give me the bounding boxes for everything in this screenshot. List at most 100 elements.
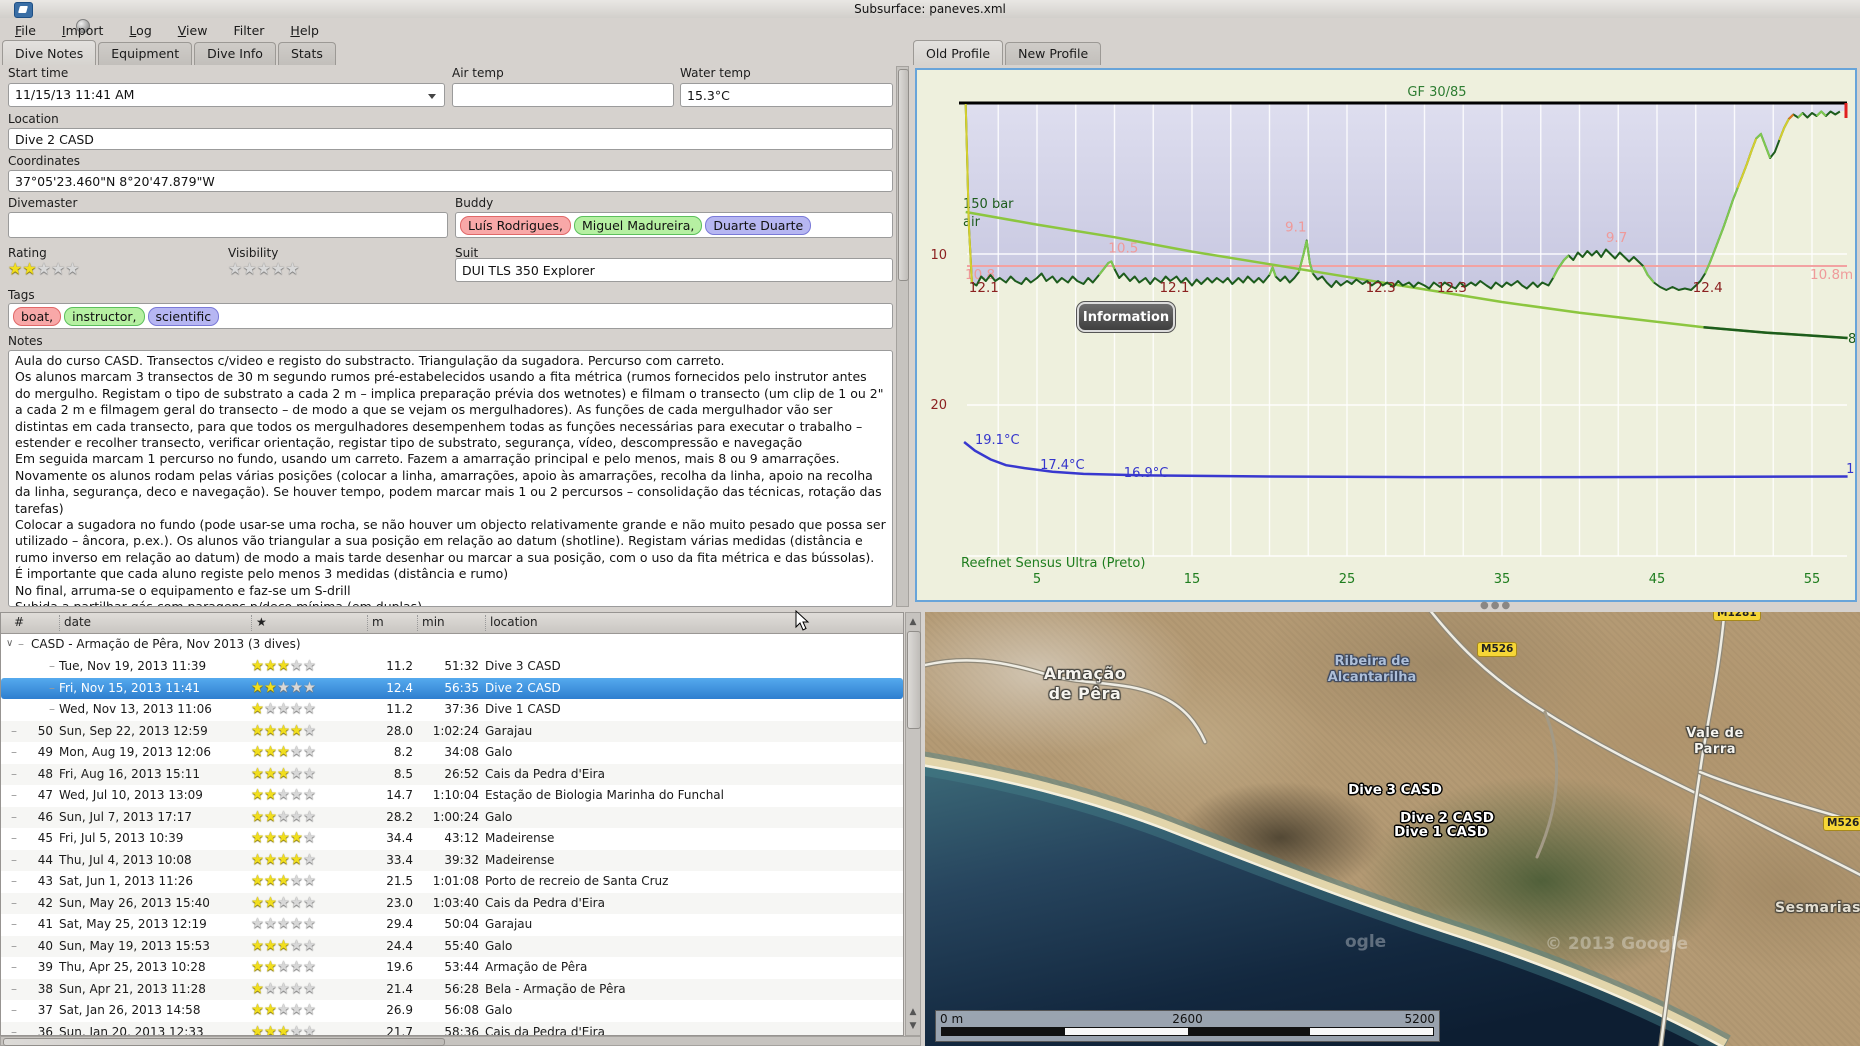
menu-item-file[interactable]: File	[9, 21, 42, 40]
star-icon: ★	[264, 787, 277, 803]
table-row[interactable]: –39 Thu, Apr 25, 2013 10:28 ★★★★★ 19.6 53:44…	[1, 957, 903, 979]
menu-item-filter[interactable]: Filter	[227, 21, 270, 40]
map-panel[interactable]: Armação de Pêra Ribeira de Alcantarilha Vale…	[925, 612, 1860, 1046]
dive-rating: ★★★★★	[251, 721, 316, 743]
dive-rating: ★★★★★	[251, 914, 316, 936]
dive-list-hscrollbar-thumb[interactable]	[3, 1038, 445, 1046]
star-icon: ★	[277, 744, 290, 760]
table-row[interactable]: – Fri, Nov 15, 2013 11:41 ★★★★★ 12.4 56:35 Di…	[1, 677, 903, 699]
dive-date: Wed, Nov 13, 2013 11:06	[59, 702, 212, 716]
star-icon: ★	[303, 808, 316, 825]
dive-list[interactable]: # date ★ m min location ∨ – CASD - Armação de…	[0, 612, 904, 1036]
svg-text:air: air	[963, 215, 981, 230]
table-row[interactable]: – Wed, Nov 13, 2013 11:06 ★★★★★ 11.2 37:36 Di…	[1, 699, 903, 721]
dive-duration: 43:12	[444, 831, 479, 845]
trip-group-label: CASD - Armação de Pêra, Nov 2013 (3 dive…	[31, 637, 301, 651]
column-header-num[interactable]: #	[10, 615, 24, 631]
suit-input[interactable]	[455, 258, 893, 282]
table-row[interactable]: –40 Sun, May 19, 2013 15:53 ★★★★★ 24.4 55:40…	[1, 935, 903, 957]
scroll-up-icon[interactable]: ▲	[906, 615, 920, 629]
dive-list-hscrollbar[interactable]	[0, 1036, 921, 1046]
star-icon: ★	[290, 1002, 303, 1018]
air-temp-label: Air temp	[452, 66, 504, 80]
table-row[interactable]: –46 Sun, Jul 7, 2013 17:17 ★★★★★ 28.2 1:00:2…	[1, 806, 903, 828]
tab-dive-info[interactable]: Dive Info	[194, 42, 276, 65]
scroll-down-icon[interactable]: ▼	[906, 1019, 920, 1033]
menu-item-help[interactable]: Help	[284, 21, 325, 40]
visibility-stars[interactable]: ★★★★★	[228, 259, 300, 278]
coordinates-input[interactable]	[8, 170, 893, 192]
star-icon: ★	[251, 916, 264, 932]
table-row[interactable]: –48 Fri, Aug 16, 2013 15:11 ★★★★★ 8.5 26:52 C…	[1, 763, 903, 785]
dive-list-header[interactable]: # date ★ m min location	[1, 613, 903, 634]
dive-depth: 23.0	[386, 895, 413, 910]
dive-rating: ★★★★★	[251, 1000, 316, 1022]
dive-duration: 1:03:40	[432, 895, 479, 910]
chevron-down-icon[interactable]	[428, 94, 436, 99]
star-icon: ★	[251, 658, 264, 674]
column-header-min[interactable]: min	[417, 615, 445, 631]
svg-text:19.1°C: 19.1°C	[975, 433, 1020, 448]
table-row[interactable]: –41 Sat, May 25, 2013 12:19 ★★★★★ 29.4 50:04…	[1, 914, 903, 936]
tab-stats[interactable]: Stats	[277, 42, 336, 65]
dive-profile-chart[interactable]: 10.810.8m150 barair8019.1°C17.4°C16.9°C1…	[915, 68, 1860, 602]
svg-text:55: 55	[1804, 572, 1821, 587]
dive-list-vscrollbar[interactable]: ▲ ▲ ▼	[905, 612, 921, 1036]
divemaster-input[interactable]	[8, 212, 448, 238]
star-icon: ★	[264, 916, 277, 932]
tab-equipment[interactable]: Equipment	[98, 42, 193, 65]
star-icon: ★	[290, 701, 303, 717]
table-row[interactable]: –43 Sat, Jun 1, 2013 11:26 ★★★★★ 21.5 1:01:0…	[1, 871, 903, 893]
table-row[interactable]: –38 Sun, Apr 21, 2013 11:28 ★★★★★ 21.4 56:28…	[1, 978, 903, 1000]
water-temp-input[interactable]	[680, 83, 893, 107]
pill-green: instructor,	[64, 306, 145, 326]
air-temp-input[interactable]	[452, 83, 674, 107]
table-row[interactable]: –42 Sun, May 26, 2013 15:40 ★★★★★ 23.0 1:03:…	[1, 892, 903, 915]
location-input[interactable]	[8, 128, 893, 150]
table-row[interactable]: –37 Sat, Jan 26, 2013 14:58 ★★★★★ 26.9 56:08…	[1, 1000, 903, 1022]
column-header-m[interactable]: m	[367, 615, 384, 631]
tab-dive-notes[interactable]: Dive Notes	[2, 40, 97, 65]
window-title: Subsurface: paneves.xml	[854, 2, 1006, 16]
star-icon: ★	[264, 959, 277, 975]
star-icon: ★	[251, 980, 264, 997]
star-icon: ★	[290, 787, 303, 803]
dive-duration: 39:32	[444, 852, 479, 867]
menu-item-log[interactable]: Log	[123, 21, 157, 40]
menu-item-import[interactable]: Import	[56, 21, 110, 40]
notes-textarea[interactable]: Aula do curso CASD. Transectos c/video e…	[8, 350, 893, 607]
collapse-caret-icon[interactable]: ∨	[6, 634, 13, 654]
star-icon: ★	[277, 1002, 290, 1018]
form-scrollbar[interactable]	[896, 66, 909, 607]
table-row[interactable]: –49 Mon, Aug 19, 2013 12:06 ★★★★★ 8.2 34:08 G…	[1, 742, 903, 764]
star-icon: ★	[251, 808, 264, 825]
trip-group-row[interactable]: ∨ – CASD - Armação de Pêra, Nov 2013 (3 …	[1, 634, 903, 654]
table-row[interactable]: –36 Sun, Jan 20, 2013 12:33 ★★★★★ 21.7 58:36…	[1, 1021, 903, 1035]
dive-location: Galo	[485, 745, 513, 759]
scroll-up-icon-bottom[interactable]: ▲	[906, 1005, 920, 1019]
column-header-date[interactable]: date	[59, 615, 91, 631]
start-time-combo[interactable]: 11/15/13 11:41 AM	[8, 83, 445, 107]
table-row[interactable]: – Tue, Nov 19, 2013 11:39 ★★★★★ 11.2 51:32 Di…	[1, 656, 903, 678]
window-titlebar[interactable]: Subsurface: paneves.xml	[0, 0, 1860, 18]
star-icon: ★	[264, 851, 277, 868]
table-row[interactable]: –47 Wed, Jul 10, 2013 13:09 ★★★★★ 14.7 1:10:…	[1, 785, 903, 807]
dive-list-vscrollbar-thumb[interactable]	[907, 631, 921, 729]
column-header-location[interactable]: location	[485, 615, 538, 631]
tab-new-profile[interactable]: New Profile	[1005, 42, 1102, 65]
menu-item-view[interactable]: View	[172, 21, 214, 40]
map-scale-bar: 0 m 2600 5200	[935, 1010, 1440, 1042]
column-header-stars[interactable]: ★	[251, 615, 267, 631]
splitter-handle[interactable]: ●●●	[1480, 600, 1512, 611]
table-row[interactable]: –45 Fri, Jul 5, 2013 10:39 ★★★★★ 34.4 43:12 M…	[1, 828, 903, 850]
tags-input[interactable]: boat, instructor, scientific	[8, 303, 893, 329]
rating-stars[interactable]: ★★★★★	[8, 259, 80, 278]
tab-old-profile[interactable]: Old Profile	[913, 40, 1004, 65]
dive-rating: ★★★★★	[251, 893, 316, 915]
table-row[interactable]: –50 Sun, Sep 22, 2013 12:59 ★★★★★ 28.0 1:02:…	[1, 720, 903, 743]
table-row[interactable]: –44 Thu, Jul 4, 2013 10:08 ★★★★★ 33.4 39:32 M…	[1, 849, 903, 871]
form-scrollbar-thumb[interactable]	[898, 69, 909, 281]
information-button[interactable]: Information	[1076, 301, 1176, 333]
star-icon: ★	[290, 873, 303, 889]
buddy-input[interactable]: Luís Rodrigues, Miguel Madureira, Duarte D…	[455, 212, 893, 238]
